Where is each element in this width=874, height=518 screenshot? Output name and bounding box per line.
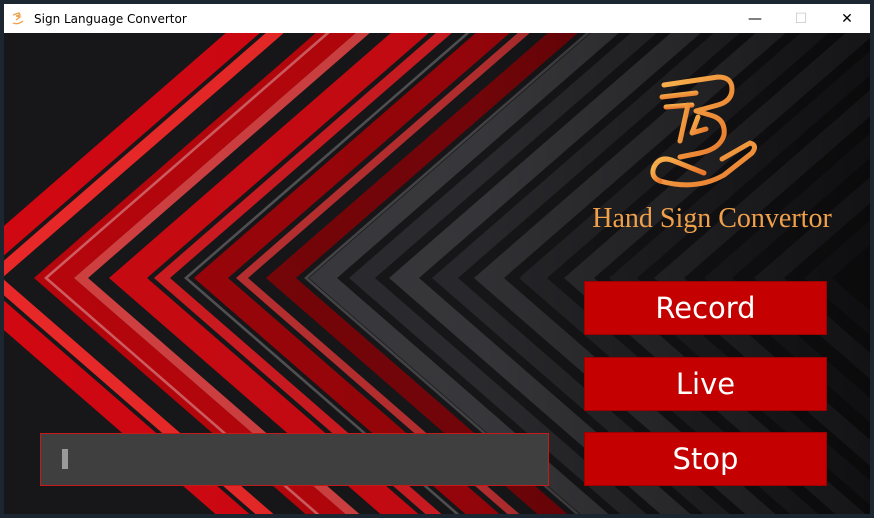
window-title: Sign Language Convertor xyxy=(34,11,187,26)
record-button[interactable]: Record xyxy=(584,281,827,335)
close-button[interactable]: ✕ xyxy=(824,4,870,33)
stop-button[interactable]: Stop xyxy=(584,432,827,486)
close-icon: ✕ xyxy=(841,10,853,27)
hand-sign-logo-icon xyxy=(650,74,758,188)
minimize-button[interactable]: — xyxy=(732,4,778,33)
main-content: Hand Sign Convertor Record Live Stop xyxy=(4,33,870,514)
brand-title: Hand Sign Convertor xyxy=(592,203,832,234)
output-text-field[interactable] xyxy=(40,433,549,486)
title-bar[interactable]: Sign Language Convertor — ☐ ✕ xyxy=(4,4,870,33)
app-hand-sign-icon xyxy=(12,11,24,24)
minimize-icon: — xyxy=(748,10,762,27)
live-button[interactable]: Live xyxy=(584,357,827,411)
maximize-icon: ☐ xyxy=(794,10,808,27)
app-window: Sign Language Convertor — ☐ ✕ Hand Sign … xyxy=(0,0,874,518)
maximize-button[interactable]: ☐ xyxy=(778,4,824,33)
text-cursor xyxy=(62,449,68,469)
window-controls: — ☐ ✕ xyxy=(732,4,870,33)
